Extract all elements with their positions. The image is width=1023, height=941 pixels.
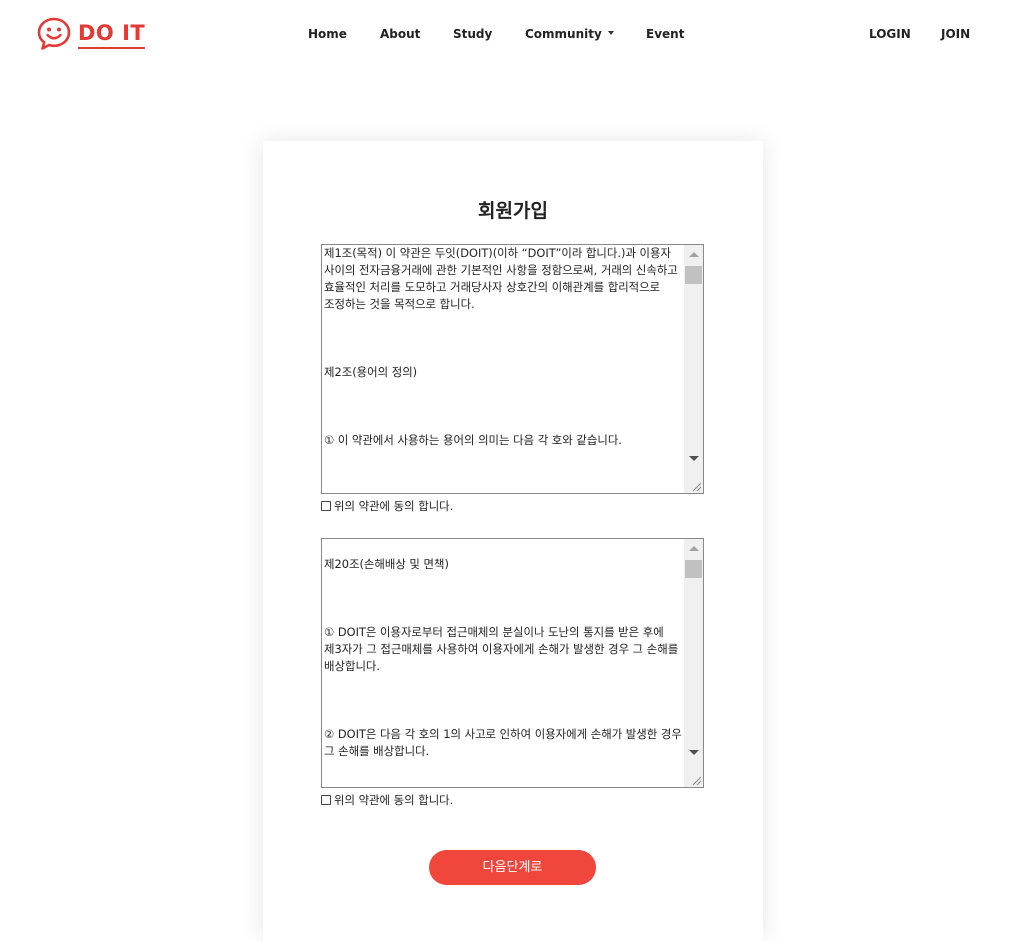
next-step-button[interactable]: 다음단계로 <box>429 850 596 885</box>
terms-content-2: 제20조(손해배상 및 면책) ① DOIT은 이용자로부터 접근매체의 분실이… <box>322 539 684 787</box>
agree-terms-1[interactable]: 위의 약관에 동의 합니다. <box>321 498 453 514</box>
terms-paragraph <box>324 398 682 415</box>
terms-paragraph: ① 이 약관에서 사용하는 용어의 의미는 다음 각 호와 같습니다. <box>324 433 622 447</box>
page-title: 회원가입 <box>478 200 548 222</box>
terms-paragraph: ① DOIT은 이용자로부터 접근매체의 분실이나 도난의 통지를 받은 후에 … <box>324 625 679 673</box>
terms-paragraph: 제1조(목적) 이 약관은 두잇(DOIT)(이하 “DOIT”이라 합니다.)… <box>324 246 678 311</box>
scroll-up-arrow-icon[interactable] <box>689 546 699 551</box>
top-header: DO IT Home About Study Community Event L… <box>0 0 1023 68</box>
nav-community-label: Community <box>525 27 602 41</box>
terms-paragraph <box>324 381 682 398</box>
terms-paragraph <box>324 313 682 330</box>
nav-event[interactable]: Event <box>646 25 684 43</box>
nav-community-dropdown[interactable]: Community <box>525 25 614 43</box>
terms-paragraph: 제20조(손해배상 및 면책) <box>324 557 449 571</box>
terms-paragraph: ② DOIT은 다음 각 호의 1의 사고로 인하여 이용자에게 손해가 발생한… <box>324 727 682 758</box>
scroll-thumb[interactable] <box>685 266 702 284</box>
login-link[interactable]: LOGIN <box>869 25 911 43</box>
terms-textarea-1[interactable]: 제1조(목적) 이 약관은 두잇(DOIT)(이하 “DOIT”이라 합니다.)… <box>321 244 704 494</box>
terms-paragraph: 제2조(용어의 정의) <box>324 365 418 379</box>
terms-paragraph <box>324 709 682 726</box>
scroll-down-arrow-icon[interactable] <box>689 456 699 461</box>
terms-paragraph <box>324 692 682 709</box>
scroll-up-arrow-icon[interactable] <box>689 252 699 257</box>
terms-textarea-2[interactable]: 제20조(손해배상 및 면책) ① DOIT은 이용자로부터 접근매체의 분실이… <box>321 538 704 788</box>
terms-paragraph <box>324 573 682 590</box>
terms-paragraph <box>324 415 682 432</box>
terms-paragraph <box>324 675 682 692</box>
scrollbar[interactable] <box>684 539 703 787</box>
resize-grip-icon[interactable] <box>684 474 703 493</box>
terms-paragraph <box>324 347 682 364</box>
join-link[interactable]: JOIN <box>941 25 970 43</box>
main-nav: Home About Study Community Event LOGIN J… <box>0 25 1023 43</box>
terms-paragraph <box>324 607 682 624</box>
scroll-down-arrow-icon[interactable] <box>689 750 699 755</box>
scroll-thumb[interactable] <box>685 560 702 578</box>
nav-about[interactable]: About <box>380 25 420 43</box>
terms-paragraph <box>324 539 682 556</box>
nav-study[interactable]: Study <box>453 25 492 43</box>
terms-paragraph <box>324 330 682 347</box>
agree-checkbox-2[interactable] <box>321 795 331 805</box>
terms-content-1: 제1조(목적) 이 약관은 두잇(DOIT)(이하 “DOIT”이라 합니다.)… <box>322 245 684 493</box>
agree-label-2: 위의 약관에 동의 합니다. <box>334 793 454 807</box>
scrollbar[interactable] <box>684 245 703 493</box>
signup-card: 회원가입 제1조(목적) 이 약관은 두잇(DOIT)(이하 “DOIT”이라 … <box>263 141 763 941</box>
terms-paragraph <box>324 590 682 607</box>
resize-grip-icon[interactable] <box>684 768 703 787</box>
caret-down-icon <box>607 30 614 35</box>
nav-home[interactable]: Home <box>308 25 347 43</box>
agree-label-1: 위의 약관에 동의 합니다. <box>334 499 454 513</box>
agree-checkbox-1[interactable] <box>321 501 331 511</box>
agree-terms-2[interactable]: 위의 약관에 동의 합니다. <box>321 792 453 808</box>
